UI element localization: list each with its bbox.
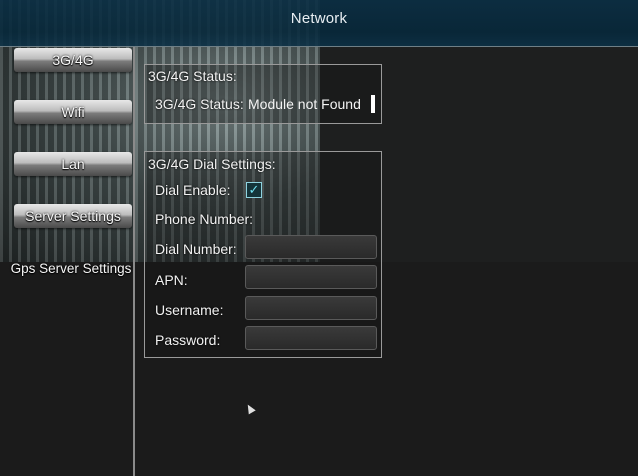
username-field[interactable] — [245, 296, 377, 320]
username-label: Username: — [155, 302, 224, 318]
sidebar-item-gps-server-settings[interactable]: Gps Server Settings — [6, 257, 136, 281]
sidebar: 3G/4G Wifi Lan Server Settings Gps Serve… — [0, 47, 133, 476]
status-group-title: 3G/4G Status: — [148, 68, 237, 84]
dial-group-title: 3G/4G Dial Settings: — [148, 156, 276, 172]
dial-number-label: Dial Number: — [155, 241, 237, 257]
sidebar-item-3g4g[interactable]: 3G/4G — [14, 48, 132, 72]
apn-label: APN: — [155, 272, 188, 288]
dial-enable-label: Dial Enable: — [155, 182, 231, 198]
password-field[interactable] — [245, 326, 377, 350]
sidebar-item-lan[interactable]: Lan — [14, 152, 132, 176]
sidebar-item-server-settings[interactable]: Server Settings — [14, 204, 132, 228]
sidebar-item-wifi[interactable]: Wifi — [14, 100, 132, 124]
check-icon: ✓ — [248, 182, 260, 197]
window-title: Network — [290, 10, 348, 27]
status-label: 3G/4G Status: — [155, 96, 244, 112]
sidebar-divider — [133, 47, 135, 476]
password-label: Password: — [155, 332, 221, 348]
apn-field[interactable] — [245, 265, 377, 289]
dial-enable-checkbox[interactable]: ✓ — [246, 182, 262, 198]
phone-number-label: Phone Number: — [155, 211, 254, 227]
status-value: Module not Found — [248, 96, 361, 112]
status-scroll-caret — [371, 95, 375, 113]
dial-number-field[interactable] — [245, 235, 377, 259]
